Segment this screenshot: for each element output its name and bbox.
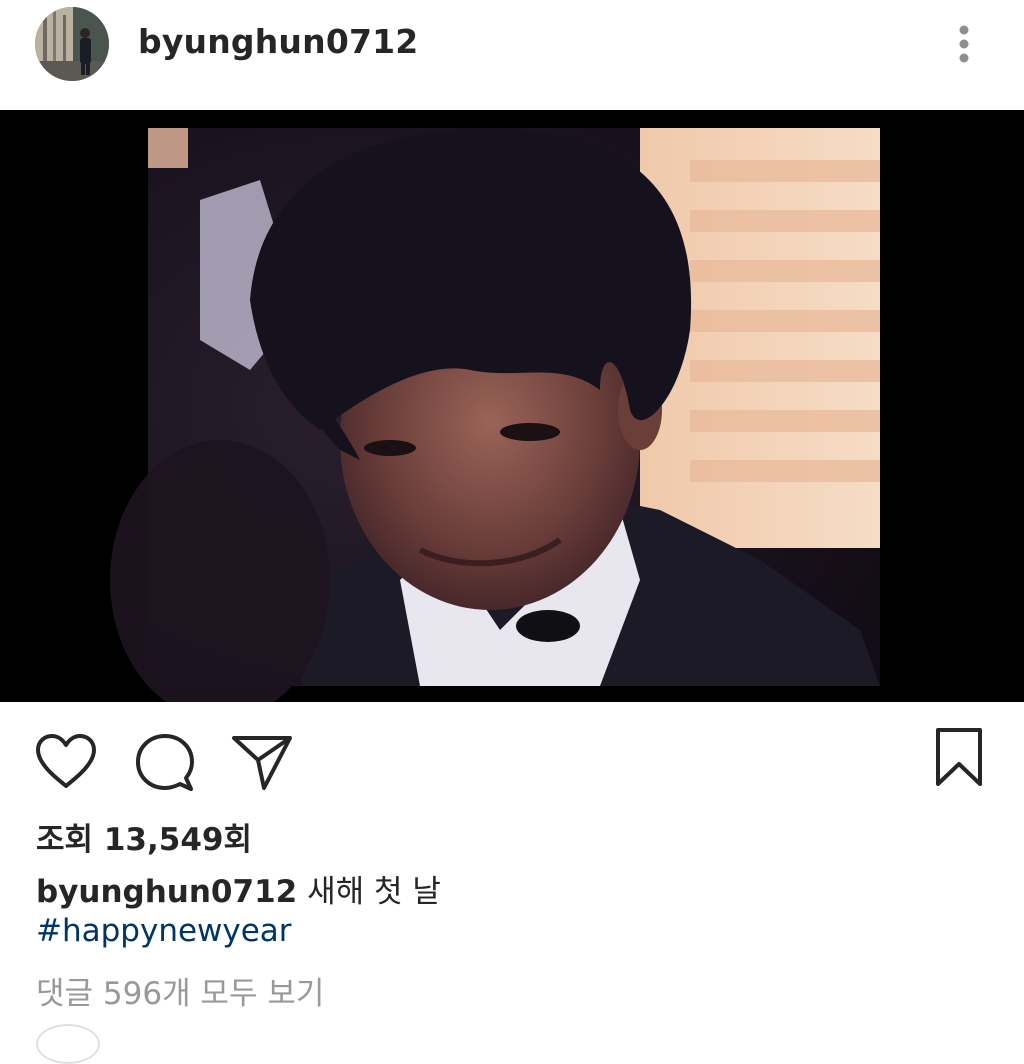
more-vertical-icon — [959, 25, 969, 63]
post-username[interactable]: byunghun0712 — [138, 22, 418, 61]
post-actions — [0, 720, 1024, 800]
bookmark-icon — [936, 728, 982, 786]
caption-text: 새해 첫 날 — [307, 874, 441, 910]
comment-button[interactable] — [134, 732, 196, 794]
comment-avatar — [36, 1024, 100, 1064]
comment-bubble-icon — [136, 734, 194, 791]
caption-hashtag[interactable]: #happynewyear — [36, 913, 292, 949]
like-button[interactable] — [34, 732, 98, 792]
paper-plane-icon — [232, 736, 292, 790]
heart-icon — [36, 734, 96, 788]
profile-avatar[interactable] — [35, 7, 109, 81]
share-button[interactable] — [230, 730, 294, 792]
avatar-image — [35, 7, 109, 81]
video-frame — [110, 128, 880, 702]
caption-username[interactable]: byunghun0712 — [36, 874, 297, 910]
view-all-comments-link[interactable]: 댓글 596개 모두 보기 — [36, 968, 324, 1013]
view-count: 조회 13,549회 — [36, 822, 252, 858]
more-options-button[interactable] — [946, 20, 982, 68]
post-video[interactable] — [0, 110, 1024, 702]
post-caption: byunghun0712 새해 첫 날 — [36, 866, 441, 911]
save-button[interactable] — [932, 726, 986, 790]
post-header: byunghun0712 — [0, 0, 1024, 108]
